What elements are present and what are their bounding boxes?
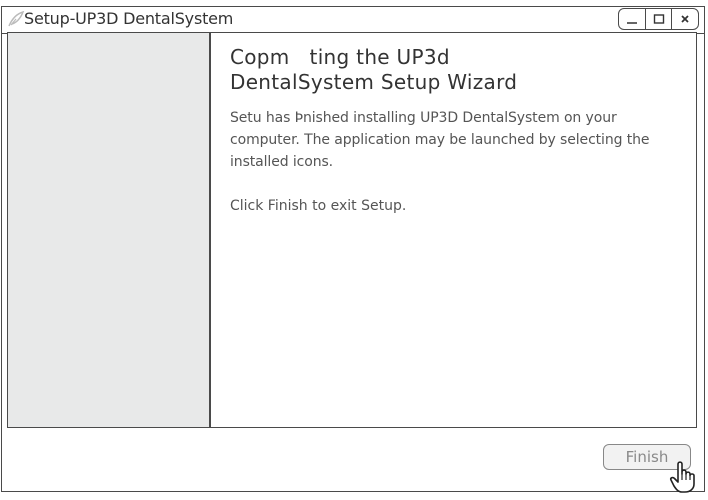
window-controls bbox=[618, 8, 699, 30]
hand-pointer-icon bbox=[669, 461, 695, 493]
window-title: Setup-UP3D DentalSystem bbox=[24, 9, 234, 28]
wizard-side-banner bbox=[8, 33, 211, 427]
minimize-icon bbox=[627, 22, 637, 24]
wizard-heading: Copm ting the UP3d DentalSystem Setup Wi… bbox=[230, 45, 686, 95]
completion-message: Setu has Þnished installing UP3D DentalS… bbox=[230, 110, 650, 170]
heading-line-1: Copm ting the UP3d bbox=[230, 45, 450, 69]
wizard-main-panel: Copm ting the UP3d DentalSystem Setup Wi… bbox=[230, 45, 686, 217]
close-icon bbox=[681, 15, 689, 23]
maximize-icon bbox=[653, 14, 664, 24]
finish-instruction: Click Finish to exit Setup. bbox=[230, 198, 407, 214]
close-button[interactable] bbox=[671, 8, 699, 30]
minimize-button[interactable] bbox=[618, 8, 646, 30]
app-logo-icon bbox=[8, 10, 25, 27]
wizard-content: Copm ting the UP3d DentalSystem Setup Wi… bbox=[7, 32, 697, 428]
title-bar[interactable]: Setup-UP3D DentalSystem bbox=[2, 7, 704, 34]
heading-line-2: DentalSystem Setup Wizard bbox=[230, 70, 518, 94]
maximize-button[interactable] bbox=[644, 8, 673, 30]
